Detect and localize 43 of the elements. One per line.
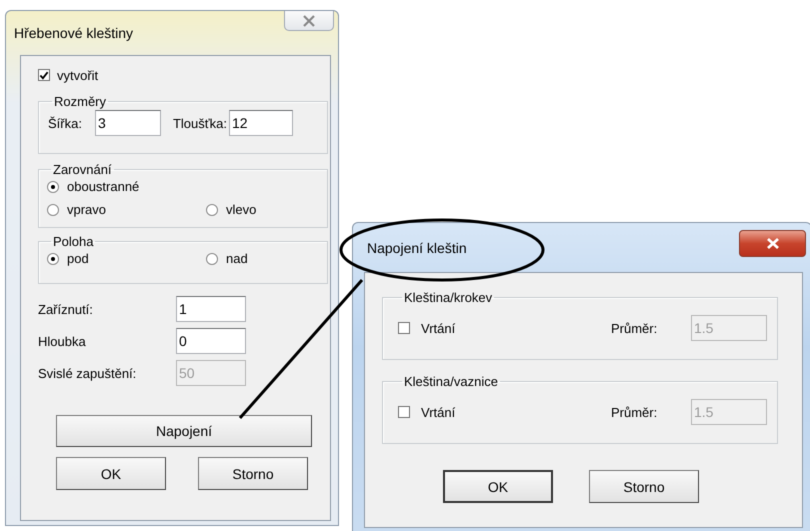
radio-label: oboustranné — [67, 179, 140, 194]
field-label: Svislé zapuštění: — [38, 366, 138, 380]
radio-label: vpravo — [67, 202, 106, 217]
close-icon — [764, 237, 780, 250]
input-field[interactable]: 12 — [228, 110, 293, 136]
radio-button[interactable] — [47, 252, 59, 264]
close-icon — [302, 14, 316, 26]
field-label: Hloubka — [38, 334, 87, 348]
radio-button[interactable] — [206, 204, 218, 216]
field-label: Zaříznutí: — [38, 302, 94, 316]
radio-label: nad — [226, 251, 248, 266]
group-title: Kleština/krokev — [403, 290, 494, 305]
close-button[interactable] — [739, 230, 806, 257]
dialog-button[interactable]: Storno — [198, 457, 308, 490]
group-title: Poloha — [52, 234, 94, 249]
radio-label: vlevo — [226, 202, 256, 217]
window-title: Napojení kleštin — [367, 240, 467, 256]
checkbox[interactable] — [38, 69, 50, 81]
close-button[interactable] — [284, 11, 334, 31]
checkbox-label: Vrtání — [421, 404, 456, 420]
group-title: Kleština/vaznice — [403, 374, 499, 389]
input-field[interactable]: 1 — [176, 296, 246, 322]
group-title: Zarovnání — [52, 162, 113, 177]
checkbox[interactable] — [398, 406, 410, 418]
window-title: Hřebenové kleštiny — [14, 25, 134, 41]
dialog-button[interactable]: OK — [56, 457, 166, 490]
field-label: Tloušťka: — [172, 116, 227, 130]
dialog-button[interactable]: OK — [443, 470, 553, 503]
input-field[interactable]: 3 — [94, 110, 161, 136]
input-field[interactable]: 0 — [176, 328, 246, 354]
checkbox-label: Vrtání — [421, 320, 456, 336]
radio-button[interactable] — [206, 252, 218, 264]
field-label: Průměr: — [611, 404, 658, 420]
checkbox-label: vytvořit — [57, 68, 98, 82]
field-label: Šířka: — [48, 116, 82, 130]
radio-button[interactable] — [47, 204, 59, 216]
connect-button[interactable]: Napojení — [56, 415, 312, 447]
radio-label: pod — [67, 251, 89, 266]
group-title: Rozměry — [53, 94, 108, 109]
field-label: Průměr: — [611, 320, 658, 336]
radio-button[interactable] — [47, 180, 59, 192]
checkbox[interactable] — [398, 322, 410, 334]
dialog-button[interactable]: Storno — [589, 470, 699, 503]
